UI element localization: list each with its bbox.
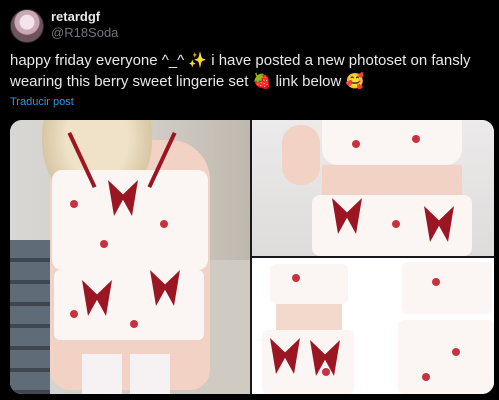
strawberry-print bbox=[322, 368, 330, 376]
photo-3[interactable] bbox=[252, 258, 494, 394]
photo-figure bbox=[276, 304, 342, 330]
strawberry-print bbox=[352, 140, 360, 148]
media-grid bbox=[10, 120, 494, 394]
strawberry-print bbox=[70, 200, 78, 208]
tweet-text: happy friday everyone ^_^ ✨ i have poste… bbox=[10, 50, 490, 92]
photo-skirt bbox=[54, 270, 204, 340]
photo-top bbox=[52, 170, 208, 270]
strawberry-print bbox=[412, 135, 420, 143]
tweet-text-part: happy friday everyone ^_^ bbox=[10, 52, 189, 69]
photo-hand bbox=[282, 125, 320, 185]
strawberry-icon: 🍓 bbox=[252, 72, 272, 90]
smiling-face-with-hearts-icon: 🥰 bbox=[345, 72, 365, 90]
photo-top bbox=[322, 120, 462, 165]
photo-top bbox=[402, 262, 492, 314]
strawberry-print bbox=[70, 310, 78, 318]
sparkles-icon: ✨ bbox=[188, 51, 208, 69]
translate-post-link[interactable]: Traducir post bbox=[10, 96, 74, 108]
photo-2[interactable] bbox=[252, 120, 494, 256]
photo-shelf bbox=[10, 240, 50, 394]
photo-figure bbox=[322, 165, 462, 195]
avatar[interactable] bbox=[10, 9, 44, 43]
photo-skirt bbox=[398, 320, 494, 394]
strawberry-print bbox=[422, 373, 430, 381]
photo-stocking bbox=[82, 354, 122, 394]
strawberry-print bbox=[452, 348, 460, 356]
strawberry-print bbox=[292, 274, 300, 282]
photo-top bbox=[270, 264, 348, 304]
display-name[interactable]: retardgf bbox=[51, 9, 118, 25]
user-handle[interactable]: @R18Soda bbox=[51, 25, 118, 41]
strawberry-print bbox=[100, 240, 108, 248]
photo-stocking bbox=[130, 354, 170, 394]
photo-1[interactable] bbox=[10, 120, 250, 394]
strawberry-print bbox=[130, 320, 138, 328]
author-names: retardgf @R18Soda bbox=[51, 9, 118, 41]
strawberry-print bbox=[392, 220, 400, 228]
tweet-text-part: link below bbox=[275, 73, 346, 90]
strawberry-print bbox=[432, 278, 440, 286]
tweet-header: retardgf @R18Soda bbox=[10, 8, 490, 43]
strawberry-print bbox=[160, 220, 168, 228]
